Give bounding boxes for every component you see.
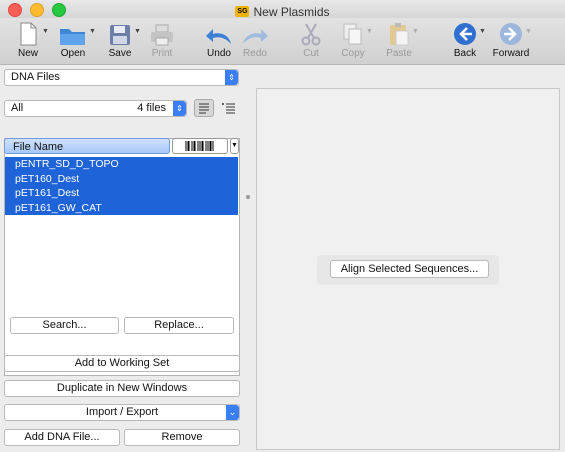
align-selected-sequences-button[interactable]: Align Selected Sequences... bbox=[330, 260, 489, 278]
redo-arrow-icon bbox=[232, 20, 278, 46]
file-rows: pENTR_SD_D_TOPO pET160_Dest pET161_Dest … bbox=[5, 157, 238, 215]
redo-button[interactable]: Redo bbox=[232, 20, 278, 59]
remove-button[interactable]: Remove bbox=[124, 429, 240, 446]
chevron-down-icon: ⌄ bbox=[226, 405, 239, 420]
file-count: 4 files bbox=[137, 102, 166, 114]
title-bar: SG New Plasmids bbox=[0, 0, 565, 19]
sidebar: DNA Files ⇕ All 4 files ⇕ File Name ▼ pE… bbox=[0, 65, 245, 452]
split-view-handle[interactable] bbox=[246, 195, 250, 199]
back-button[interactable]: Back bbox=[442, 20, 488, 59]
barcode-icon bbox=[185, 141, 214, 151]
printer-icon bbox=[139, 20, 185, 46]
add-to-working-set-button[interactable]: Add to Working Set bbox=[4, 355, 240, 372]
window-controls bbox=[8, 3, 66, 17]
open-menu-chevron-icon[interactable]: ▼ bbox=[89, 28, 96, 35]
import-export-menu[interactable]: Import / Export ⌄ bbox=[4, 404, 240, 421]
duplicate-in-new-windows-button[interactable]: Duplicate in New Windows bbox=[4, 380, 240, 397]
back-menu-chevron-icon[interactable]: ▼ bbox=[479, 28, 486, 35]
app-badge-icon: SG bbox=[235, 6, 250, 17]
collection-select[interactable]: DNA Files ⇕ bbox=[4, 69, 239, 86]
detail-view-button[interactable] bbox=[219, 100, 237, 116]
list-view-icon bbox=[199, 103, 209, 114]
copy-button[interactable]: Copy bbox=[330, 20, 376, 59]
paste-button[interactable]: Paste bbox=[376, 20, 422, 59]
app-window: SG New Plasmids New ▼ Open ▼ Save ▼ Prin… bbox=[0, 0, 565, 452]
cut-button[interactable]: Cut bbox=[288, 20, 334, 59]
scissors-icon bbox=[288, 20, 334, 46]
select-stepper-icon: ⇕ bbox=[225, 70, 238, 85]
list-item[interactable]: pET161_GW_CAT bbox=[5, 200, 238, 215]
copy-menu-chevron-icon[interactable]: ▼ bbox=[366, 28, 373, 35]
column-options-chevron-icon[interactable]: ▼ bbox=[230, 138, 239, 154]
add-dna-file-button[interactable]: Add DNA File... bbox=[4, 429, 120, 446]
paste-menu-chevron-icon[interactable]: ▼ bbox=[412, 28, 419, 35]
list-view-button[interactable] bbox=[194, 99, 214, 117]
select-stepper-icon: ⇕ bbox=[173, 101, 186, 116]
zoom-window-button[interactable] bbox=[52, 3, 66, 17]
replace-button[interactable]: Replace... bbox=[124, 317, 234, 334]
close-window-button[interactable] bbox=[8, 3, 22, 17]
list-item[interactable]: pET161_Dest bbox=[5, 186, 238, 201]
bullet-list-icon bbox=[222, 103, 235, 114]
column-header-barcode[interactable] bbox=[172, 138, 228, 154]
minimize-window-button[interactable] bbox=[30, 3, 44, 17]
align-panel: Align Selected Sequences... bbox=[317, 255, 499, 285]
column-header-file-name[interactable]: File Name bbox=[4, 138, 170, 154]
open-button[interactable]: Open bbox=[50, 20, 96, 59]
list-item[interactable]: pET160_Dest bbox=[5, 171, 238, 186]
print-button[interactable]: Print bbox=[139, 20, 185, 59]
toolbar: New ▼ Open ▼ Save ▼ Print Undo Redo Cut … bbox=[0, 18, 565, 65]
forward-menu-chevron-icon[interactable]: ▼ bbox=[525, 28, 532, 35]
search-button[interactable]: Search... bbox=[10, 317, 119, 334]
filter-select[interactable]: All 4 files ⇕ bbox=[4, 100, 187, 117]
main-panel: Align Selected Sequences... bbox=[256, 88, 560, 450]
new-menu-chevron-icon[interactable]: ▼ bbox=[42, 28, 49, 35]
list-item[interactable]: pENTR_SD_D_TOPO bbox=[5, 157, 238, 172]
forward-button[interactable]: Forward bbox=[488, 20, 534, 59]
new-button[interactable]: New bbox=[5, 20, 51, 59]
save-button[interactable]: Save bbox=[97, 20, 143, 59]
